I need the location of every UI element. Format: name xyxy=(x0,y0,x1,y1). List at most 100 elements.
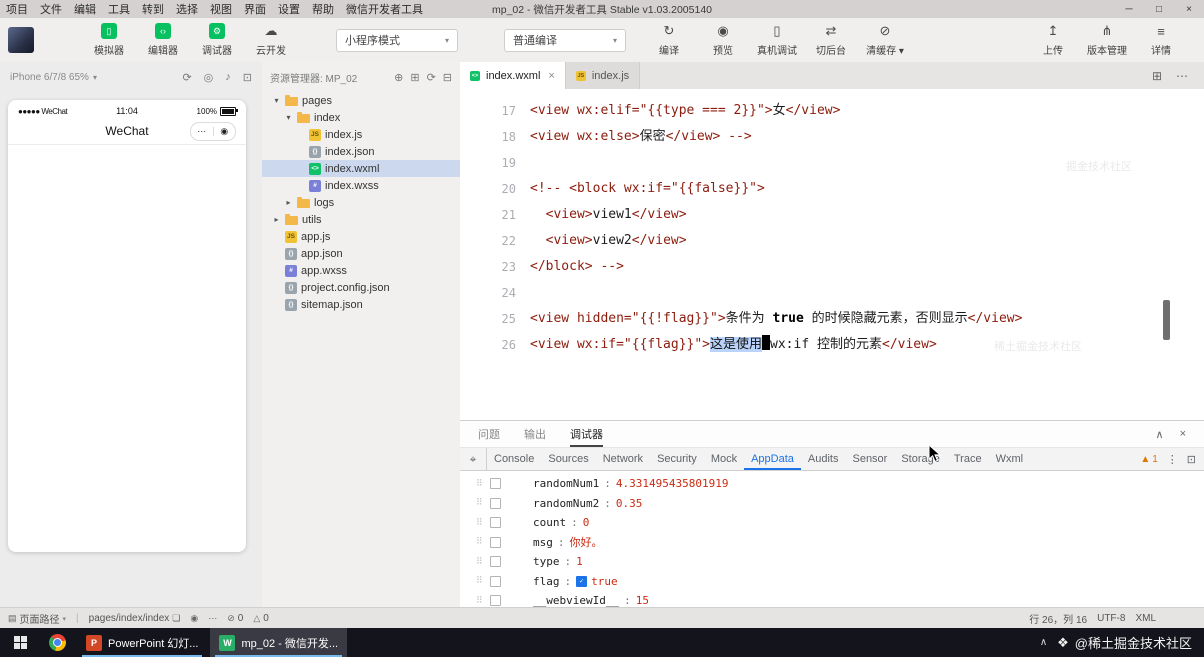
editor-tab-index.wxml[interactable]: <> index.wxml × xyxy=(460,62,566,89)
editor-button[interactable]: ‹› 编辑器 xyxy=(136,23,190,57)
menu-item[interactable]: 帮助 xyxy=(306,1,340,17)
devtools-tab-security[interactable]: Security xyxy=(650,448,704,470)
clear-cache-button[interactable]: ⊘ 清缓存 ▾ xyxy=(858,23,912,57)
warning-badge[interactable]: ▲ 1 xyxy=(1140,454,1157,465)
panel-tab-调试器[interactable]: 调试器 xyxy=(570,421,603,447)
minimize-button[interactable]: ─ xyxy=(1114,4,1144,15)
chevron-down-icon[interactable]: ▾ xyxy=(284,113,293,122)
maximize-button[interactable]: □ xyxy=(1144,4,1174,15)
menu-item[interactable]: 编辑 xyxy=(68,1,102,17)
drag-handle-icon[interactable]: ⠿ xyxy=(476,498,490,508)
user-avatar[interactable] xyxy=(8,27,34,53)
tree-item[interactable]: {} index.json xyxy=(262,143,460,160)
copy-icon[interactable]: ❏ xyxy=(172,613,180,624)
tree-item[interactable]: JS app.js xyxy=(262,228,460,245)
menu-item[interactable]: 转到 xyxy=(136,1,170,17)
row-checkbox[interactable] xyxy=(490,556,501,568)
devtools-more-icon[interactable]: ⋮ xyxy=(1167,453,1178,466)
menu-item[interactable]: 选择 xyxy=(170,1,204,17)
simulator-button[interactable]: ▯ 模拟器 xyxy=(82,23,136,57)
editor-scrollbar[interactable] xyxy=(1163,300,1170,340)
collapse-all-icon[interactable]: ⊟ xyxy=(443,71,452,84)
switch-background-button[interactable]: ⇄ 切后台 xyxy=(804,23,858,57)
row-checkbox[interactable] xyxy=(490,478,501,490)
devtools-tab-sensor[interactable]: Sensor xyxy=(845,448,894,470)
status-more[interactable]: ⋯ xyxy=(208,613,217,624)
menu-item[interactable]: 工具 xyxy=(102,1,136,17)
menu-item[interactable]: 微信开发者工具 xyxy=(340,1,429,17)
debugger-button[interactable]: ⚙ 调试器 xyxy=(190,23,244,57)
mode-select[interactable]: 小程序模式 ▾ xyxy=(336,28,458,52)
split-editor-icon[interactable]: ⊞ xyxy=(1152,69,1162,83)
taskbar-wechat-devtools-button[interactable]: Wmp_02 - 微信开发... xyxy=(210,628,348,657)
page-path-mode[interactable]: ▤ 页面路径 ▾ xyxy=(8,611,66,626)
language-mode[interactable]: XML xyxy=(1135,613,1156,624)
menu-item[interactable]: 视图 xyxy=(204,1,238,17)
devtools-tab-appdata[interactable]: AppData xyxy=(744,448,801,470)
devtools-tab-wxml[interactable]: Wxml xyxy=(989,448,1031,470)
more-icon[interactable]: ⋯ xyxy=(191,126,213,137)
tree-item[interactable]: {} app.json xyxy=(262,245,460,262)
value-checkbox-checked[interactable]: ✓ xyxy=(576,575,588,587)
tree-item[interactable]: ▾ pages xyxy=(262,92,460,109)
row-checkbox[interactable] xyxy=(490,595,501,607)
cloud-dev-button[interactable]: ☁ 云开发 xyxy=(244,23,298,57)
preview-button[interactable]: ◉ 预览 xyxy=(696,23,750,57)
version-manage-button[interactable]: ⋔ 版本管理 xyxy=(1080,23,1134,57)
tree-item[interactable]: JS index.js xyxy=(262,126,460,143)
close-tab-icon[interactable]: × xyxy=(548,70,554,82)
error-count[interactable]: ⊘ 0 xyxy=(227,613,243,624)
chevron-right-icon[interactable]: ▸ xyxy=(272,215,281,224)
refresh-icon[interactable]: ⟳ xyxy=(427,71,436,84)
page-path[interactable]: pages/index/index ❏ xyxy=(89,613,181,624)
devtools-dock-icon[interactable]: ⊡ xyxy=(1187,453,1196,466)
devtools-tab-storage[interactable]: Storage xyxy=(894,448,947,470)
tree-item[interactable]: ▸ utils xyxy=(262,211,460,228)
menu-item[interactable]: 文件 xyxy=(34,1,68,17)
devtools-tab-mock[interactable]: Mock xyxy=(704,448,744,470)
sound-icon[interactable]: ♪ xyxy=(225,71,231,84)
compile-button[interactable]: ↻ 编译 xyxy=(642,23,696,57)
row-checkbox[interactable] xyxy=(490,575,501,587)
details-button[interactable]: ≡ 详情 xyxy=(1134,23,1188,58)
chrome-taskbar-button[interactable] xyxy=(40,628,74,657)
chevron-down-icon[interactable]: ▾ xyxy=(272,96,281,105)
panel-tab-输出[interactable]: 输出 xyxy=(524,421,546,447)
device-debug-button[interactable]: ▯ 真机调试 xyxy=(750,23,804,57)
menu-item[interactable]: 设置 xyxy=(272,1,306,17)
taskbar-powerpoint-button[interactable]: P PowerPoint 幻灯... xyxy=(77,628,207,657)
compile-mode-select[interactable]: 普通编译 ▾ xyxy=(504,28,626,52)
menu-item[interactable]: 界面 xyxy=(238,1,272,17)
close-panel-icon[interactable]: × xyxy=(1180,428,1186,441)
rotate-icon[interactable]: ⟳ xyxy=(182,71,191,84)
chevron-right-icon[interactable]: ▸ xyxy=(284,198,293,207)
tree-item[interactable]: {} project.config.json xyxy=(262,279,460,296)
start-button[interactable] xyxy=(0,628,40,657)
tree-item[interactable]: {} sitemap.json xyxy=(262,296,460,313)
new-file-icon[interactable]: ⊕ xyxy=(394,71,403,84)
preview-eye[interactable]: ◉ xyxy=(190,613,198,624)
drag-handle-icon[interactable]: ⠿ xyxy=(476,557,490,567)
inspect-icon[interactable]: ⌖ xyxy=(460,448,487,470)
warning-count[interactable]: △ 0 xyxy=(253,613,268,624)
collapse-panel-icon[interactable]: ∧ xyxy=(1156,428,1164,441)
upload-button[interactable]: ↥ 上传 xyxy=(1026,23,1080,57)
cursor-position[interactable]: 行 26，列 16 xyxy=(1029,611,1087,626)
capsule-menu[interactable]: ⋯ ◉ xyxy=(190,122,236,141)
devtools-tab-trace[interactable]: Trace xyxy=(947,448,989,470)
home-icon[interactable]: ◎ xyxy=(204,71,214,84)
more-actions-icon[interactable]: ⋯ xyxy=(1176,69,1188,83)
drag-handle-icon[interactable]: ⠿ xyxy=(476,518,490,528)
tree-item[interactable]: <> index.wxml xyxy=(262,160,460,177)
tree-item[interactable]: ▸ logs xyxy=(262,194,460,211)
menu-item[interactable]: 项目 xyxy=(0,1,34,17)
row-checkbox[interactable] xyxy=(490,517,501,529)
drag-handle-icon[interactable]: ⠿ xyxy=(476,596,490,606)
tree-item[interactable]: ▾ index xyxy=(262,109,460,126)
device-select[interactable]: iPhone 6/7/8 65% xyxy=(10,72,89,83)
tray-chevron-icon[interactable]: ∧ xyxy=(1040,637,1047,648)
new-folder-icon[interactable]: ⊞ xyxy=(410,71,419,84)
panel-tab-问题[interactable]: 问题 xyxy=(478,421,500,447)
drag-handle-icon[interactable]: ⠿ xyxy=(476,537,490,547)
code-editor[interactable]: 17 <view wx:elif="{{type === 2}}">女</view… xyxy=(460,89,1204,429)
